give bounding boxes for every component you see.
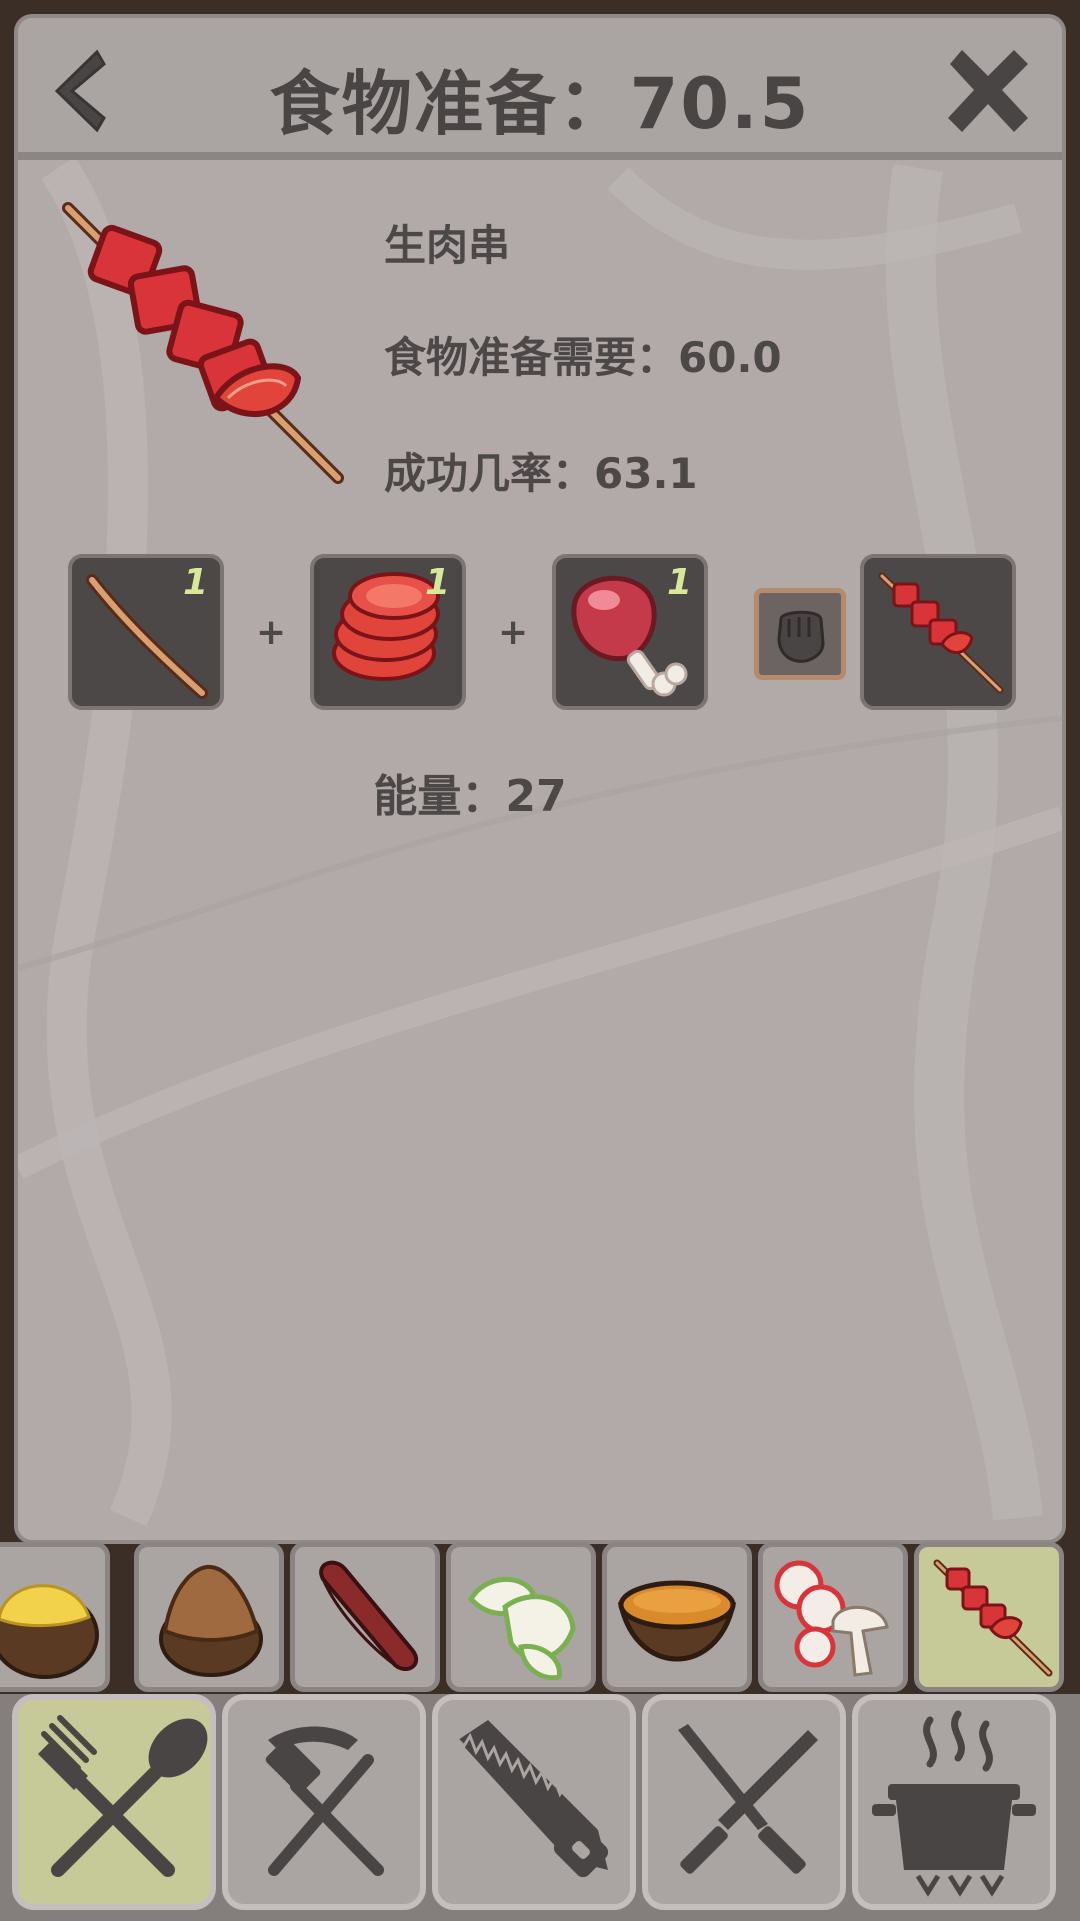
fork-spoon-icon xyxy=(38,1715,208,1877)
tab-tools[interactable] xyxy=(222,1694,426,1910)
recipe-item-coconut-soup[interactable] xyxy=(602,1542,752,1692)
game-screen: 食物准备：70.5 生肉串 食物准备需要：60.0 成功几率：63.1 1 + … xyxy=(0,0,1080,1921)
tab-food[interactable] xyxy=(12,1694,216,1910)
recipe-name: 生肉串 xyxy=(384,221,511,270)
meat-skewer-icon xyxy=(878,572,1004,694)
saw-icon xyxy=(456,1720,609,1878)
mushroom-radish-slices-icon xyxy=(774,1560,889,1677)
recipe-item-roasted-coconut[interactable] xyxy=(134,1542,284,1692)
crossed-knives-icon xyxy=(678,1724,818,1874)
recipe-item-apple-slices[interactable] xyxy=(446,1542,596,1692)
ingredient-quantity: 1 xyxy=(424,562,450,603)
close-button[interactable] xyxy=(938,40,1038,140)
energy-value: 能量：27 xyxy=(373,771,567,822)
apple-slices-icon xyxy=(467,1577,576,1681)
sausage-icon xyxy=(319,1560,419,1671)
recipe-panel: 食物准备：70.5 生肉串 食物准备需要：60.0 成功几率：63.1 1 + … xyxy=(14,14,1066,1544)
coconut-with-custard-icon xyxy=(0,1584,99,1679)
ingredient-quantity: 1 xyxy=(182,562,208,603)
meat-skewer-image xyxy=(62,202,344,484)
header-bar: 食物准备：70.5 xyxy=(18,18,1062,160)
meat-skewer-icon xyxy=(933,1559,1053,1677)
tab-cooking[interactable] xyxy=(852,1694,1056,1910)
recipe-item-custard-coconut[interactable] xyxy=(0,1542,110,1692)
plus-sign: + xyxy=(498,612,529,653)
fist-icon xyxy=(777,610,825,663)
tab-crafting[interactable] xyxy=(432,1694,636,1910)
roasted-coconut-icon xyxy=(159,1564,263,1677)
recipe-strip xyxy=(0,1540,1080,1696)
page-title: 食物准备：70.5 xyxy=(269,63,811,145)
recipe-item-mushroom-radish[interactable] xyxy=(758,1542,908,1692)
cooking-pot-icon xyxy=(872,1710,1036,1897)
plus-sign: + xyxy=(256,612,287,653)
pickaxe-hammer-icon xyxy=(265,1726,384,1876)
success-rate: 成功几率：63.1 xyxy=(384,449,698,498)
category-tab-bar xyxy=(0,1694,1080,1921)
craft-button[interactable] xyxy=(754,588,846,680)
food-prep-requirement: 食物准备需要：60.0 xyxy=(384,333,782,382)
recipe-item-sausage[interactable] xyxy=(290,1542,440,1692)
ingredient-quantity: 1 xyxy=(666,562,692,603)
close-x-icon xyxy=(948,50,1028,132)
result-slot[interactable] xyxy=(860,554,1016,710)
ingredient-slot-meat[interactable]: 1 xyxy=(552,554,708,710)
tab-weapons[interactable] xyxy=(642,1694,846,1910)
recipe-item-meat-skewer[interactable] xyxy=(914,1542,1064,1692)
ingredient-slot-tomato[interactable]: 1 xyxy=(310,554,466,710)
coconut-soup-icon xyxy=(617,1580,737,1662)
ingredient-slot-stick[interactable]: 1 xyxy=(68,554,224,710)
